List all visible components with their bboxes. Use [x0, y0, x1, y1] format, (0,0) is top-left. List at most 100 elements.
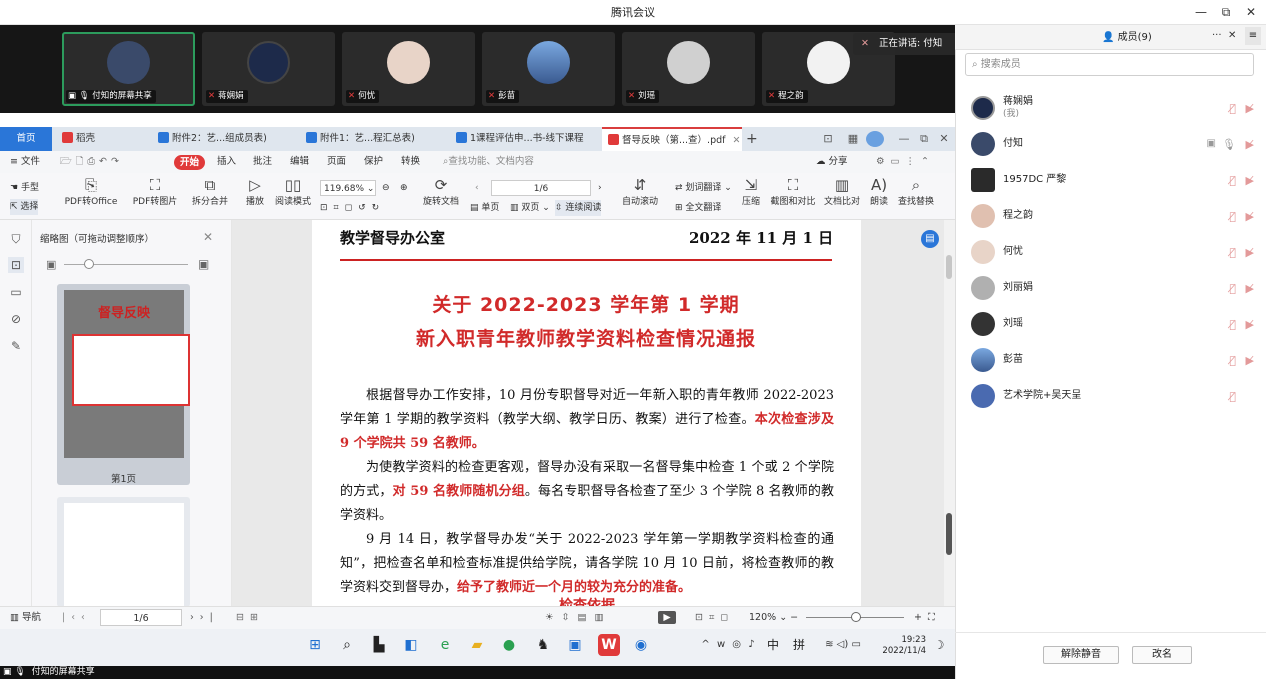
panel-menu-icon[interactable]: ≡	[1245, 27, 1261, 45]
video-tile[interactable]: ✕ 彭苗	[482, 32, 615, 106]
thumbnail-page-2[interactable]	[57, 497, 190, 607]
member-row[interactable]: 蒋娴娟 (我) 🎙̸ ▶̸	[955, 90, 1266, 126]
camera-off-icon[interactable]: ▶̸	[1246, 102, 1254, 115]
scrollbar-thumb[interactable]	[946, 513, 952, 555]
select-tool[interactable]: ⇱ 选择	[10, 199, 39, 215]
zoom-out-icon[interactable]: ⊖	[382, 180, 390, 196]
status-zoom[interactable]: 120% ⌄ −	[749, 606, 798, 629]
ime-pinyin[interactable]: 拼	[788, 634, 810, 656]
panel-close-icon[interactable]: ✕	[1228, 30, 1236, 41]
first-prev-page-icons[interactable]: |‹‹	[62, 606, 91, 629]
thumbnail-close-icon[interactable]: ✕	[203, 230, 213, 244]
single-page-button[interactable]: ▤ 单页	[470, 200, 499, 216]
read-aloud-button[interactable]: A) 朗读	[866, 173, 892, 220]
member-row[interactable]: 程之韵 🎙̸ ▶̸	[955, 198, 1266, 234]
comment-icon[interactable]: ▭	[8, 284, 24, 300]
member-row[interactable]: 彭苗 🎙̸ ▶̸	[955, 342, 1266, 378]
float-assistant-icon[interactable]: ▤	[921, 230, 939, 248]
camera-off-icon[interactable]: ▶̸	[1246, 246, 1254, 259]
tab-members[interactable]: 👤 成员(9)	[1102, 25, 1152, 50]
wps-restore-icon[interactable]: ⧉	[916, 131, 932, 147]
mic-muted-icon[interactable]: 🎙̸	[1229, 282, 1236, 295]
auto-scroll-button[interactable]: ⇵ 自动滚动	[617, 173, 663, 220]
mic-muted-icon[interactable]: 🎙̸	[1229, 354, 1236, 367]
minimize-button[interactable]: —	[1190, 3, 1212, 21]
doc-compare-button[interactable]: ▥ 文档比对	[822, 173, 862, 220]
tencent-meeting-icon[interactable]: ◉	[630, 634, 652, 656]
member-row[interactable]: 刘瑶 🎙̸ ▶̸	[955, 306, 1266, 342]
browser-icon[interactable]: e	[434, 634, 456, 656]
member-row[interactable]: 付知 ▣ 🎙 ▶̸	[955, 126, 1266, 162]
taskbar-clock[interactable]: 19:23 2022/11/4	[866, 635, 926, 657]
quick-access-icons[interactable]: 🗁🗋⎙↶↷	[60, 151, 123, 173]
compress-button[interactable]: ⇲ 压缩	[738, 173, 764, 220]
file-explorer-icon[interactable]: ▰	[466, 634, 488, 656]
sign-icon[interactable]: ✎	[8, 338, 24, 354]
file-menu[interactable]: ≡ 文件	[10, 151, 40, 173]
menu-insert[interactable]: 插入	[217, 151, 236, 173]
scrollbar-thumb-top[interactable]	[946, 255, 952, 279]
menu-convert[interactable]: 转换	[401, 151, 420, 173]
rename-button[interactable]: 改名	[1132, 646, 1192, 664]
network-volume-battery-icons[interactable]: ≋ ◁) ▭	[818, 634, 868, 656]
video-tile[interactable]: ✕ 刘瑶	[622, 32, 755, 106]
tab-daoke[interactable]: 稻壳	[62, 127, 148, 151]
camera-off-icon[interactable]: ▶̸	[1246, 174, 1254, 187]
member-row[interactable]: 1957DC 严黎 🎙̸ ▶̸	[955, 162, 1266, 198]
fullscreen-icons[interactable]: +⛶	[914, 606, 941, 629]
thumbnail-size-slider[interactable]	[64, 264, 188, 265]
status-page-input[interactable]: 1/6	[100, 609, 182, 626]
prev-page-icon[interactable]: ‹	[475, 180, 479, 196]
search-icon[interactable]: ⌕	[336, 634, 358, 656]
wps-icon[interactable]: W	[598, 634, 620, 656]
apps-grid-icon[interactable]: ▦	[844, 131, 862, 147]
share-button[interactable]: ☁ 分享	[816, 151, 848, 173]
tab-course-eval[interactable]: 1课程评估申...书-线下课程	[456, 127, 596, 151]
tab-close-icon[interactable]: ✕	[733, 135, 741, 146]
camera-off-icon[interactable]: ▶̸	[1246, 210, 1254, 223]
member-search-input[interactable]: ⌕ 搜索成员	[965, 53, 1254, 76]
mic-muted-icon[interactable]: 🎙̸	[1229, 102, 1236, 115]
menu-start[interactable]: 开始	[174, 155, 206, 170]
mic-muted-icon[interactable]: 🎙̸	[1229, 390, 1236, 403]
page-fit-icons[interactable]: ⊟⊞	[236, 606, 264, 629]
wps-close-icon[interactable]: ✕	[936, 131, 952, 147]
camera-off-icon[interactable]: ▶̸	[1246, 138, 1254, 151]
maximize-button[interactable]: ⧉	[1215, 3, 1237, 21]
navigation-toggle[interactable]: ▥ 导航	[10, 606, 41, 629]
unmute-all-button[interactable]: 解除静音	[1043, 646, 1119, 664]
rotate-doc-button[interactable]: ⟳ 旋转文档	[421, 173, 461, 220]
video-tile[interactable]: ▣ 🎙 付知的屏幕共享	[62, 32, 195, 106]
camera-off-icon[interactable]: ▶̸	[1246, 354, 1254, 367]
layout-icons[interactable]: ⊡⌗◻	[695, 606, 734, 629]
task-view-icon[interactable]: ▙	[368, 634, 390, 656]
pdf-to-office-button[interactable]: ⎘ PDF转Office	[60, 173, 122, 220]
find-replace-button[interactable]: ⌕ 查找替换	[896, 173, 936, 220]
user-avatar-icon[interactable]	[866, 131, 884, 147]
mic-muted-icon[interactable]: 🎙̸	[1229, 246, 1236, 259]
zoom-slider-handle[interactable]	[851, 612, 861, 622]
menu-protect[interactable]: 保护	[364, 151, 383, 173]
menu-edit[interactable]: 编辑	[290, 151, 309, 173]
translate-all-button[interactable]: ⊞ 全文翻译	[675, 200, 721, 216]
wechat-icon[interactable]: ●	[498, 634, 520, 656]
read-mode-button[interactable]: ▯▯ 阅读模式	[273, 173, 313, 220]
split-merge-button[interactable]: ⧉ 拆分合并	[187, 173, 233, 220]
photos-icon[interactable]: ▣	[564, 634, 586, 656]
new-tab-button[interactable]: +	[746, 127, 762, 151]
camera-off-icon[interactable]: ▶̸	[1246, 282, 1254, 295]
zoom-in-icon[interactable]: ⊕	[400, 180, 408, 196]
menu-right-icons[interactable]: ⚙▭⋮⌃	[876, 151, 935, 173]
video-tile[interactable]: ✕ 蒋娴娟	[202, 32, 335, 106]
thumbnail-icon[interactable]: ⊡	[8, 257, 24, 273]
thumbnail-page-1[interactable]: 督导反映	[57, 284, 190, 485]
tab-home[interactable]: 首页	[0, 127, 52, 151]
screenshot-compare-button[interactable]: ⛶ 截图和对比	[768, 173, 818, 220]
double-page-button[interactable]: ▥ 双页 ⌄	[510, 200, 550, 216]
mic-muted-icon[interactable]: 🎙̸	[1229, 318, 1236, 331]
next-last-page-icons[interactable]: ››|	[190, 606, 219, 629]
more-icon[interactable]: ···	[1212, 30, 1222, 41]
video-tile[interactable]: ✕ 何忧	[342, 32, 475, 106]
bookmark-icon[interactable]: ⛉	[8, 231, 24, 247]
close-button[interactable]: ✕	[1240, 3, 1262, 21]
